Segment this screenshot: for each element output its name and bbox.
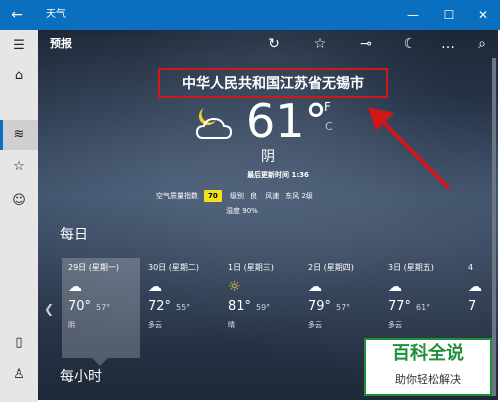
aqi-label: 空气质量指数 — [156, 192, 198, 200]
day-date: 3日 (星期五) — [388, 263, 434, 272]
window-titlebar: ← 天气 — ☐ ✕ — [0, 0, 500, 30]
phone-icon[interactable]: ▯ — [9, 333, 29, 353]
cloudy-icon: ☁ — [468, 279, 482, 295]
current-condition: 阴 — [261, 149, 275, 165]
account-icon[interactable]: ♙ — [9, 365, 29, 385]
day-date: 2日 (星期四) — [308, 263, 354, 272]
day-high: 7 — [468, 299, 477, 314]
page-title: 预报 — [50, 37, 72, 50]
back-arrow-icon[interactable]: ← — [8, 6, 26, 24]
annotation-arrow — [368, 107, 450, 189]
location-name[interactable]: 中华人民共和国江苏省无锡市 — [160, 75, 386, 93]
day-card[interactable]: 29日 (星期一) ☁ 70° 57° 阴 — [62, 258, 140, 366]
day-low: 57° — [336, 303, 351, 312]
day-card[interactable]: 30日 (星期二) ☁ 72° 55° 多云 — [142, 258, 220, 358]
day-card[interactable]: 1日 (星期三) ☼ 81° 59° 晴 — [222, 258, 300, 358]
day-date: 1日 (星期三) — [228, 263, 274, 272]
theme-moon-icon[interactable]: ☾ — [400, 34, 420, 54]
day-date: 29日 (星期一) — [68, 263, 119, 272]
partly-cloudy-night-icon — [195, 108, 233, 139]
wind-value: 东风 2级 — [285, 192, 313, 200]
day-low: 57° — [96, 303, 111, 312]
home-icon[interactable]: ⌂ — [9, 66, 29, 86]
left-navigation: ☰ ⌂ ≋ ☆ ☺ ▯ ♙ — [0, 30, 38, 402]
unit-fahrenheit[interactable]: F — [324, 100, 331, 114]
hourly-heading: 每小时 — [60, 369, 102, 385]
day-desc: 多云 — [388, 321, 402, 329]
day-high: 79° — [308, 299, 332, 314]
hamburger-menu-icon[interactable]: ☰ — [9, 36, 29, 56]
humidity-label: 湿度 — [226, 207, 240, 215]
selected-day-pointer — [92, 358, 108, 366]
humidity-value: 90% — [242, 207, 258, 215]
search-icon[interactable]: ⌕ — [472, 34, 492, 54]
current-temperature: 61° — [246, 94, 328, 148]
watermark-logo: 百科全说 助你轻松解决 — [364, 338, 492, 396]
day-date: 4 — [468, 263, 474, 272]
cloudy-icon: ☁ — [308, 279, 322, 295]
humidity-row: 湿度 90% — [226, 205, 258, 217]
wind-label: 风速 — [265, 192, 280, 200]
cloudy-icon: ☁ — [148, 279, 162, 295]
level-value: 良 — [249, 192, 257, 200]
aqi-badge: 70 — [204, 190, 222, 202]
partly-cloudy-icon: ☁ — [68, 279, 82, 295]
last-updated: 最后更新时间 1:36 — [247, 171, 309, 179]
day-high: 77° — [388, 299, 412, 314]
level-label: 级别 — [229, 192, 244, 200]
partly-cloudy-icon: ☁ — [388, 279, 402, 295]
day-low: 59° — [256, 303, 271, 312]
close-icon[interactable]: ✕ — [472, 4, 494, 26]
day-desc: 晴 — [228, 321, 235, 329]
day-high: 70° — [68, 299, 92, 314]
unit-celsius[interactable]: C — [325, 120, 333, 134]
nav-active-indicator — [0, 120, 3, 150]
minimize-icon[interactable]: — — [402, 4, 424, 26]
daily-heading: 每日 — [60, 227, 88, 243]
day-low: 61° — [416, 303, 431, 312]
historical-weather-icon[interactable]: ≋ — [9, 125, 29, 145]
watermark-subtitle: 助你轻松解决 — [395, 373, 461, 386]
toolbar: 预报 ↻ ☆ ⊸ ☾ … ⌕ — [38, 30, 498, 58]
feedback-icon[interactable]: ☺ — [9, 191, 29, 211]
favorites-icon[interactable]: ☆ — [9, 157, 29, 177]
favorite-star-icon[interactable]: ☆ — [310, 34, 330, 54]
day-desc: 多云 — [148, 321, 162, 329]
scroll-left-icon[interactable]: ❮ — [44, 302, 54, 316]
day-low: 55° — [176, 303, 191, 312]
day-high: 81° — [228, 299, 252, 314]
more-icon[interactable]: … — [438, 34, 458, 54]
app-title: 天气 — [46, 9, 66, 20]
maximize-icon[interactable]: ☐ — [438, 4, 460, 26]
pin-icon[interactable]: ⊸ — [356, 34, 376, 54]
watermark-title: 百科全说 — [392, 343, 464, 364]
vertical-scrollbar[interactable] — [492, 58, 496, 396]
day-desc: 阴 — [68, 321, 75, 329]
day-desc: 多云 — [308, 321, 322, 329]
sunny-icon: ☼ — [228, 279, 241, 295]
day-high: 72° — [148, 299, 172, 314]
refresh-icon[interactable]: ↻ — [264, 34, 284, 54]
day-date: 30日 (星期二) — [148, 263, 199, 272]
